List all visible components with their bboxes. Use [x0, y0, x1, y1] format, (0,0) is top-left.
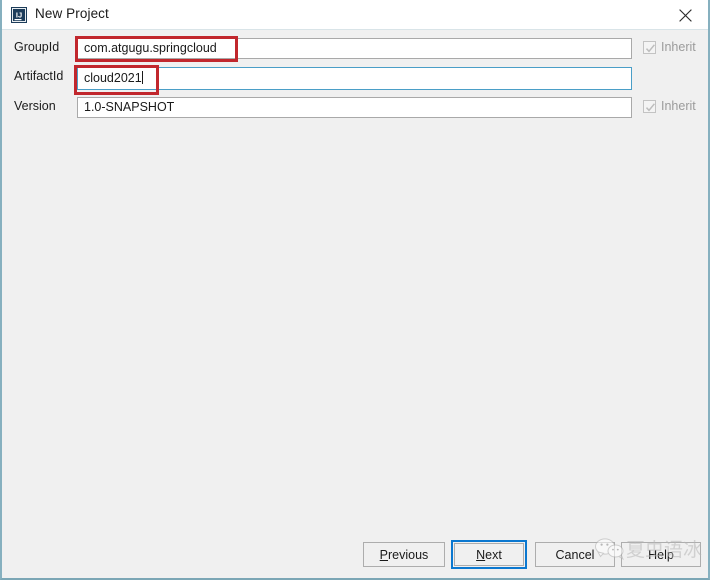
svg-text:IJ: IJ — [16, 11, 22, 20]
previous-button[interactable]: Previous — [363, 542, 445, 567]
groupid-inherit-checkbox[interactable]: Inherit — [643, 40, 696, 54]
text-caret — [141, 71, 143, 84]
close-icon[interactable] — [662, 0, 708, 30]
next-button-mnemonic: N — [476, 547, 486, 562]
help-button[interactable]: Help — [621, 542, 701, 567]
window-title: New Project — [35, 6, 109, 21]
groupid-input-value: com.atgugu.springcloud — [84, 41, 217, 55]
artifactid-input-value: cloud2021 — [84, 71, 142, 85]
help-button-label: Help — [648, 547, 674, 562]
intellij-idea-icon: IJ — [11, 7, 27, 23]
groupid-input[interactable]: com.atgugu.springcloud — [77, 38, 632, 59]
project-coordinates-form: GroupId com.atgugu.springcloud Inherit A… — [2, 31, 708, 131]
title-bar: IJ New Project — [2, 0, 708, 30]
checkbox-checked-icon — [643, 99, 656, 113]
version-label: Version — [14, 99, 56, 113]
version-inherit-checkbox[interactable]: Inherit — [643, 99, 696, 113]
version-input-value: 1.0-SNAPSHOT — [84, 100, 175, 114]
groupid-inherit-label: Inherit — [661, 40, 696, 54]
previous-button-label-rest: revious — [388, 547, 429, 562]
checkbox-checked-icon — [643, 40, 656, 54]
cancel-button[interactable]: Cancel — [535, 542, 615, 567]
artifactid-input[interactable]: cloud2021 — [77, 67, 632, 90]
next-button[interactable]: Next — [451, 540, 527, 569]
artifactid-label: ArtifactId — [14, 69, 64, 83]
version-inherit-label: Inherit — [661, 99, 696, 113]
cancel-button-label: Cancel — [555, 547, 595, 562]
previous-button-mnemonic: P — [379, 547, 389, 562]
form-row-artifactid: ArtifactId cloud2021 — [2, 67, 708, 90]
next-button-label-rest: ext — [485, 547, 502, 562]
dialog-footer: Previous Next Cancel Help — [2, 534, 708, 578]
form-row-groupid: GroupId com.atgugu.springcloud Inherit — [2, 38, 708, 60]
version-input[interactable]: 1.0-SNAPSHOT — [77, 97, 632, 118]
groupid-label: GroupId — [14, 40, 60, 54]
new-project-dialog: IJ New Project GroupId com.atgugu.spring… — [0, 0, 710, 580]
form-row-version: Version 1.0-SNAPSHOT Inherit — [2, 97, 708, 119]
